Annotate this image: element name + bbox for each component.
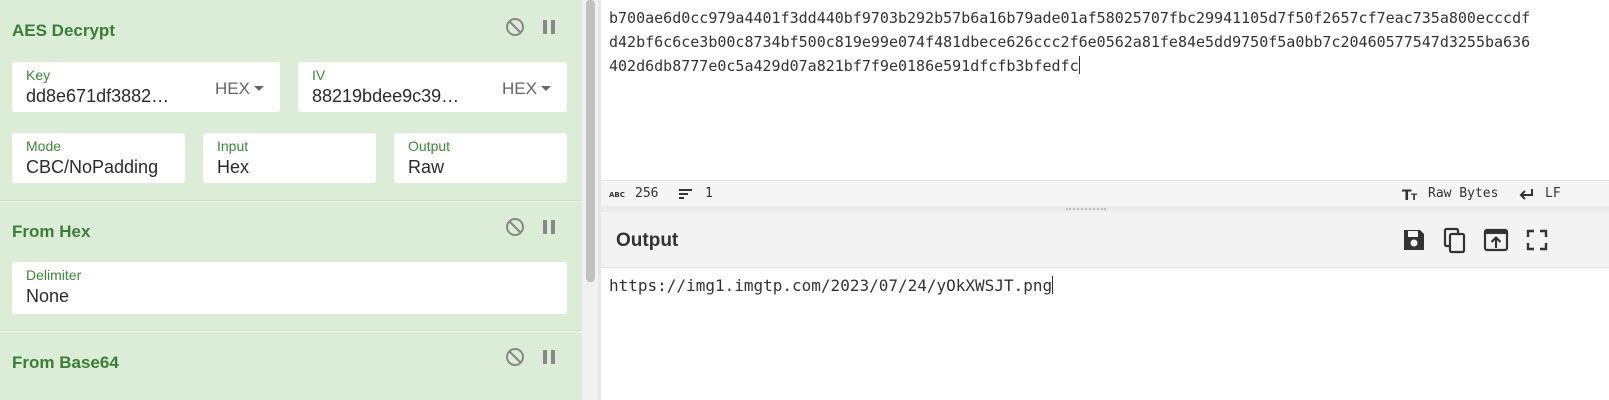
key-label: Key bbox=[26, 67, 51, 83]
delimiter-field[interactable]: Delimiter None bbox=[12, 262, 567, 314]
pause-icon[interactable] bbox=[538, 346, 560, 368]
eol-label[interactable]: LF bbox=[1545, 186, 1561, 201]
recipe-pane: AES Decrypt Key dd8e671df3882… HEX IV 88… bbox=[0, 0, 598, 400]
input-line: b700ae6d0cc979a4401f3dd440bf9703b292b57b… bbox=[609, 9, 1531, 27]
disable-icon[interactable] bbox=[504, 16, 526, 38]
key-field[interactable]: Key dd8e671df3882… HEX bbox=[12, 62, 280, 112]
iv-field[interactable]: IV 88219bdee9c39… HEX bbox=[298, 62, 567, 112]
replace-input-icon[interactable] bbox=[1482, 226, 1510, 254]
key-value[interactable]: dd8e671df3882… bbox=[26, 86, 186, 107]
svg-text:ABC: ABC bbox=[609, 191, 625, 199]
input-format-label: Input bbox=[217, 138, 249, 154]
output-title: Output bbox=[616, 230, 679, 251]
input-textarea[interactable]: b700ae6d0cc979a4401f3dd440bf9703b292b57b… bbox=[609, 6, 1599, 78]
pause-icon[interactable] bbox=[538, 16, 560, 38]
output-format-value[interactable]: Raw bbox=[408, 157, 444, 178]
recipe-scrollbar-thumb[interactable] bbox=[586, 0, 595, 282]
return-arrow-icon[interactable] bbox=[1519, 187, 1535, 201]
input-line: 402d6db8777e0c5a429d07a821bf7f9e0186e591… bbox=[609, 54, 1599, 78]
input-pane[interactable]: b700ae6d0cc979a4401f3dd440bf9703b292b57b… bbox=[601, 0, 1609, 180]
delimiter-value[interactable]: None bbox=[26, 286, 69, 307]
save-icon[interactable] bbox=[1400, 226, 1428, 254]
iv-value[interactable]: 88219bdee9c39… bbox=[312, 86, 472, 107]
text-cursor bbox=[1052, 276, 1054, 294]
output-text[interactable]: https://img1.imgtp.com/2023/07/24/yOkXWS… bbox=[609, 276, 1054, 295]
disable-icon[interactable] bbox=[504, 216, 526, 238]
mode-label: Mode bbox=[26, 138, 62, 154]
abc-icon: ABC bbox=[609, 191, 625, 199]
iv-format-label: HEX bbox=[502, 79, 537, 98]
input-format-field[interactable]: Input Hex bbox=[203, 133, 376, 183]
encoding-label[interactable]: Raw Bytes bbox=[1428, 186, 1498, 201]
input-status-bar: ABC 256 1 T T Raw Bytes LF bbox=[601, 180, 1609, 206]
operation-title: From Base64 bbox=[12, 353, 119, 372]
key-format-label: HEX bbox=[215, 79, 250, 98]
delimiter-label: Delimiter bbox=[26, 267, 82, 283]
copy-icon[interactable] bbox=[1441, 226, 1469, 254]
lines-icon bbox=[679, 189, 692, 199]
output-pane[interactable]: https://img1.imgtp.com/2023/07/24/yOkXWS… bbox=[601, 268, 1609, 400]
mode-value[interactable]: CBC/NoPadding bbox=[26, 157, 184, 178]
line-count: 1 bbox=[705, 186, 713, 201]
text-cursor bbox=[1078, 56, 1080, 74]
output-header: Output bbox=[601, 212, 1609, 268]
pause-icon[interactable] bbox=[538, 216, 560, 238]
iv-label: IV bbox=[312, 67, 326, 83]
svg-text:T: T bbox=[1411, 193, 1418, 202]
input-line: d42bf6c6ce3b00c8734bf500c819e99e074f481d… bbox=[609, 33, 1531, 51]
input-line-text: 402d6db8777e0c5a429d07a821bf7f9e0186e591… bbox=[609, 57, 1079, 75]
disable-icon[interactable] bbox=[504, 346, 526, 368]
key-format-dropdown[interactable]: HEX bbox=[215, 79, 264, 99]
operation-from-hex[interactable]: From Hex Delimiter None bbox=[0, 202, 582, 331]
output-format-label: Output bbox=[408, 138, 451, 154]
text-encoding-icon[interactable]: T T bbox=[1402, 186, 1420, 202]
input-format-value[interactable]: Hex bbox=[217, 157, 249, 178]
operation-aes-decrypt[interactable]: AES Decrypt Key dd8e671df3882… HEX IV 88… bbox=[0, 0, 582, 201]
output-value: https://img1.imgtp.com/2023/07/24/yOkXWS… bbox=[609, 276, 1053, 295]
chevron-down-icon bbox=[540, 86, 551, 91]
grip-icon bbox=[1066, 208, 1106, 210]
mode-field[interactable]: Mode CBC/NoPadding bbox=[12, 133, 185, 183]
operation-title: AES Decrypt bbox=[12, 21, 115, 40]
operation-title: From Hex bbox=[12, 222, 91, 241]
chevron-down-icon bbox=[253, 86, 264, 91]
output-format-field[interactable]: Output Raw bbox=[394, 133, 567, 183]
operation-from-base64[interactable]: From Base64 bbox=[0, 332, 582, 400]
iv-format-dropdown[interactable]: HEX bbox=[502, 79, 551, 99]
maximise-icon[interactable] bbox=[1523, 226, 1551, 254]
char-count: 256 bbox=[635, 186, 659, 201]
